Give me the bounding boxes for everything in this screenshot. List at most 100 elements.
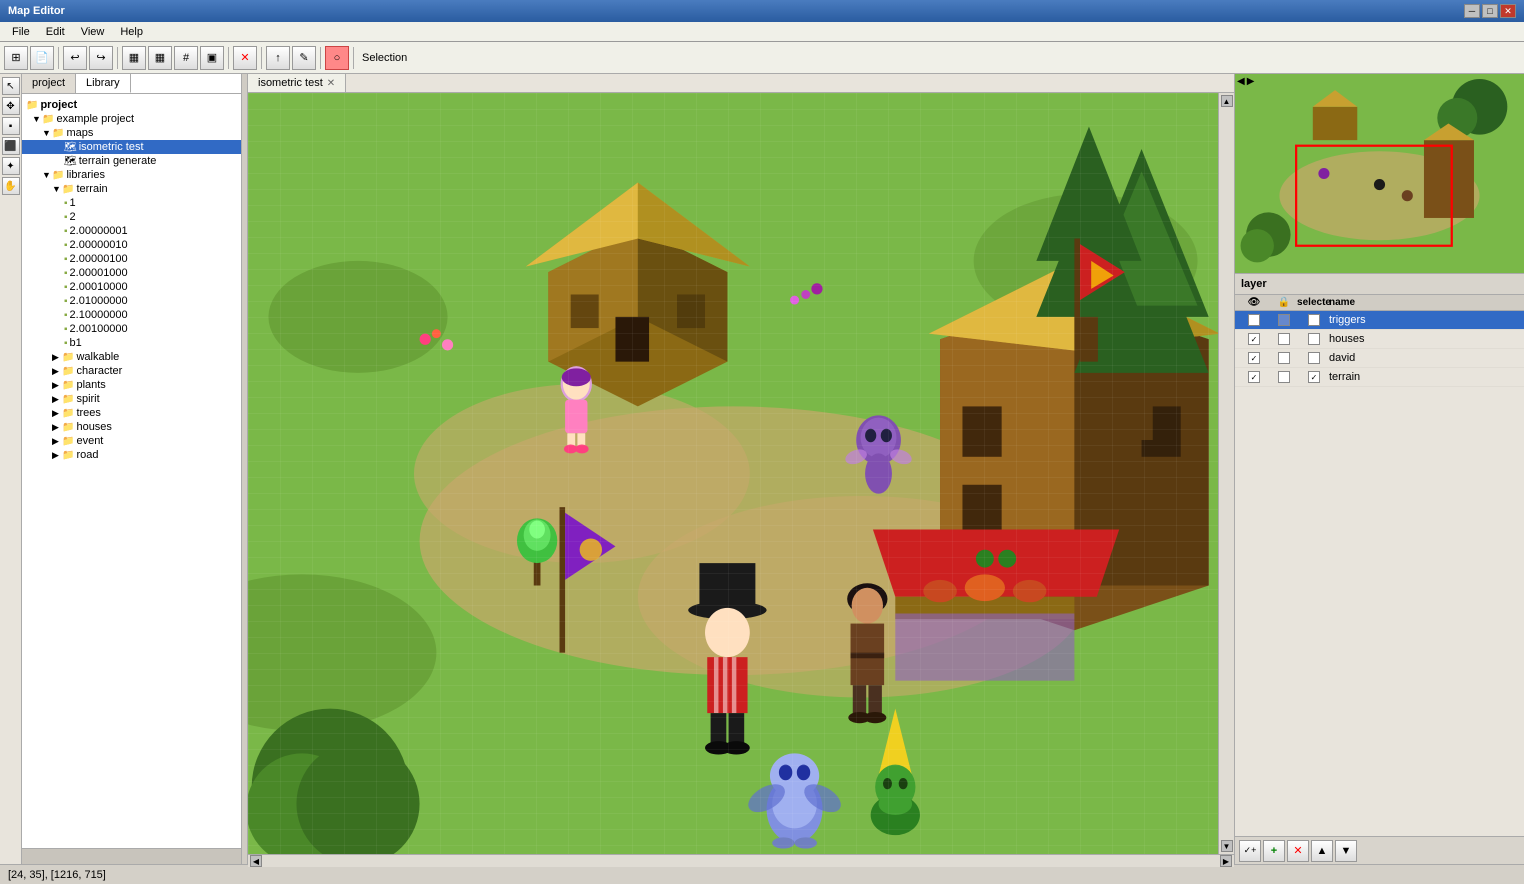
tree-spirit[interactable]: ▶ 📁 spirit: [22, 392, 241, 406]
tree-plants[interactable]: ▶ 📁 plants: [22, 378, 241, 392]
stamp-tool[interactable]: ▪: [2, 117, 20, 135]
tree-t210000000[interactable]: ▪ 2.10000000: [22, 308, 241, 322]
tree-terrain[interactable]: ▼ 📁 terrain: [22, 182, 241, 196]
tree-t1[interactable]: ▪ 1: [22, 196, 241, 210]
tree-t200000001[interactable]: ▪ 2.00000001: [22, 224, 241, 238]
visible-check-terrain[interactable]: [1248, 371, 1260, 383]
maximize-button[interactable]: □: [1482, 4, 1498, 18]
delete-layer-button[interactable]: ✕: [1287, 840, 1309, 862]
menu-edit[interactable]: Edit: [38, 24, 73, 40]
tree-scrollbar[interactable]: [22, 848, 241, 864]
layer-row-terrain[interactable]: terrain: [1235, 368, 1524, 387]
expand-icon: ▼: [42, 128, 52, 138]
houses-visible[interactable]: [1239, 333, 1269, 345]
close-button[interactable]: ✕: [1500, 4, 1516, 18]
tree-libraries[interactable]: ▼ 📁 libraries: [22, 168, 241, 182]
houses-lock[interactable]: [1269, 333, 1299, 345]
move-tool[interactable]: ✥: [2, 97, 20, 115]
grid-button-2[interactable]: ▦: [148, 46, 172, 70]
layer-row-houses[interactable]: houses: [1235, 330, 1524, 349]
tree-event[interactable]: ▶ 📁 event: [22, 434, 241, 448]
vscroll-up[interactable]: ▲: [1221, 95, 1233, 107]
minimap-right-arrow[interactable]: ▶: [1247, 76, 1255, 87]
tree-character[interactable]: ▶ 📁 character: [22, 364, 241, 378]
tree-b1[interactable]: ▪ b1: [22, 336, 241, 350]
map-tab-close[interactable]: ✕: [327, 78, 335, 89]
grid-button-1[interactable]: ▦: [122, 46, 146, 70]
lock-check-houses[interactable]: [1278, 333, 1290, 345]
tree-houses[interactable]: ▶ 📁 houses: [22, 420, 241, 434]
select-check-houses[interactable]: [1308, 333, 1320, 345]
select-check-triggers[interactable]: [1308, 314, 1320, 326]
check-add-button[interactable]: ✓+: [1239, 840, 1261, 862]
tree-t201000000[interactable]: ▪ 2.01000000: [22, 294, 241, 308]
terrain-visible[interactable]: [1239, 371, 1269, 383]
visible-check-david[interactable]: [1248, 352, 1260, 364]
delete-button[interactable]: ✕: [233, 46, 257, 70]
triggers-lock[interactable]: [1269, 314, 1299, 326]
menu-file[interactable]: File: [4, 24, 38, 40]
map-vscroll[interactable]: ▲ ▼: [1218, 93, 1234, 854]
map-tab-isometric-test[interactable]: isometric test ✕: [248, 74, 346, 92]
tree-t200010000[interactable]: ▪ 2.00010000: [22, 280, 241, 294]
tree-example-project[interactable]: ▼ 📁 example project: [22, 112, 241, 126]
cursor-button[interactable]: ↑: [266, 46, 290, 70]
tree-trees[interactable]: ▶ 📁 trees: [22, 406, 241, 420]
terrain-select[interactable]: [1299, 371, 1329, 383]
map-hscroll[interactable]: ◀ ▶: [248, 854, 1234, 867]
tree-walkable[interactable]: ▶ 📁 walkable: [22, 350, 241, 364]
layer-row-david[interactable]: david: [1235, 349, 1524, 368]
stamp-button[interactable]: ▣: [200, 46, 224, 70]
menu-help[interactable]: Help: [112, 24, 151, 40]
tree-isometric-test[interactable]: 🗺 isometric test: [22, 140, 241, 154]
vscroll-down[interactable]: ▼: [1221, 840, 1233, 852]
redo-button[interactable]: ↪: [89, 46, 113, 70]
hscroll-right[interactable]: ▶: [1220, 855, 1232, 867]
tree-road[interactable]: ▶ 📁 road: [22, 448, 241, 462]
new-map-button[interactable]: ⊞: [4, 46, 28, 70]
layer-row-triggers[interactable]: triggers: [1235, 311, 1524, 330]
triggers-select[interactable]: [1299, 314, 1329, 326]
visible-check-triggers[interactable]: [1248, 314, 1260, 326]
david-select[interactable]: [1299, 352, 1329, 364]
tree-t200000100[interactable]: ▪ 2.00000100: [22, 252, 241, 266]
tree-t200000010[interactable]: ▪ 2.00000010: [22, 238, 241, 252]
add-layer-button[interactable]: +: [1263, 840, 1285, 862]
houses-select[interactable]: [1299, 333, 1329, 345]
expand-icon: ▶: [52, 422, 62, 433]
hscroll-left[interactable]: ◀: [250, 855, 262, 867]
david-lock[interactable]: [1269, 352, 1299, 364]
undo-button[interactable]: ↩: [63, 46, 87, 70]
tree-maps[interactable]: ▼ 📁 maps: [22, 126, 241, 140]
eraser-button[interactable]: ✎: [292, 46, 316, 70]
open-button[interactable]: 📄: [30, 46, 54, 70]
select-check-terrain[interactable]: [1308, 371, 1320, 383]
tab-project[interactable]: project: [22, 74, 76, 93]
minimize-button[interactable]: ─: [1464, 4, 1480, 18]
david-visible[interactable]: [1239, 352, 1269, 364]
pick-tool[interactable]: ✦: [2, 157, 20, 175]
lock-check-david[interactable]: [1278, 352, 1290, 364]
move-layer-down-button[interactable]: ▼: [1335, 840, 1357, 862]
fill-tool[interactable]: ⬛: [2, 137, 20, 155]
hash-button[interactable]: #: [174, 46, 198, 70]
move-layer-up-button[interactable]: ▲: [1311, 840, 1333, 862]
triggers-visible[interactable]: [1239, 314, 1269, 326]
tree-t200001000[interactable]: ▪ 2.00001000: [22, 266, 241, 280]
tree-t2[interactable]: ▪ 2: [22, 210, 241, 224]
lock-check-triggers[interactable]: [1278, 314, 1290, 326]
map-canvas[interactable]: [248, 93, 1218, 854]
tree-terrain-generate[interactable]: 🗺 terrain generate: [22, 154, 241, 168]
visible-check-houses[interactable]: [1248, 333, 1260, 345]
tab-library[interactable]: Library: [76, 74, 131, 93]
terrain-lock[interactable]: [1269, 371, 1299, 383]
lock-check-terrain[interactable]: [1278, 371, 1290, 383]
select-check-david[interactable]: [1308, 352, 1320, 364]
minimap-left-arrow[interactable]: ◀: [1237, 76, 1245, 87]
menu-view[interactable]: View: [73, 24, 113, 40]
hand-tool[interactable]: ✋: [2, 177, 20, 195]
select-tool[interactable]: ↖: [2, 77, 20, 95]
random-button[interactable]: ○: [325, 46, 349, 70]
expand-icon: ▶: [52, 450, 62, 461]
tree-t200100000[interactable]: ▪ 2.00100000: [22, 322, 241, 336]
